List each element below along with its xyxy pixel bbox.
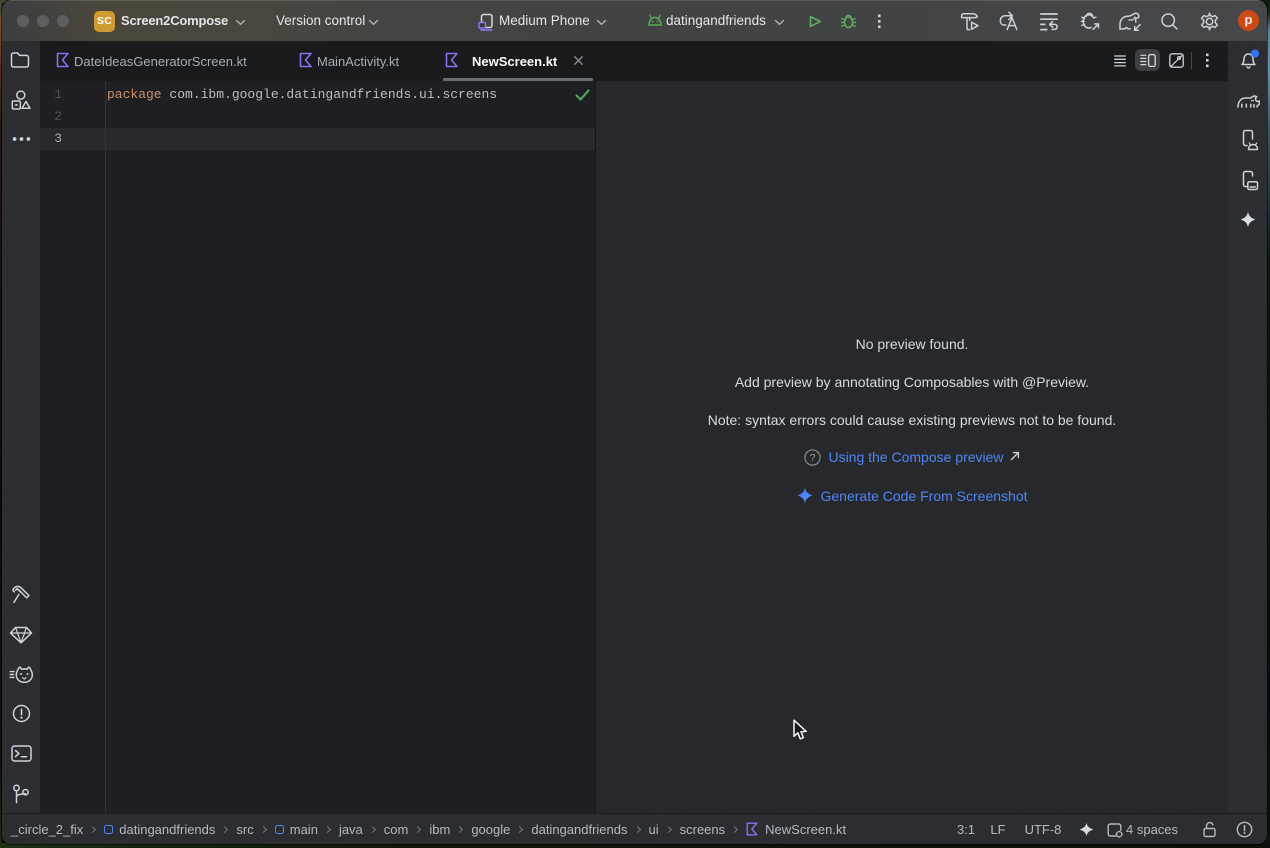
svg-text:?: ?: [810, 452, 816, 464]
